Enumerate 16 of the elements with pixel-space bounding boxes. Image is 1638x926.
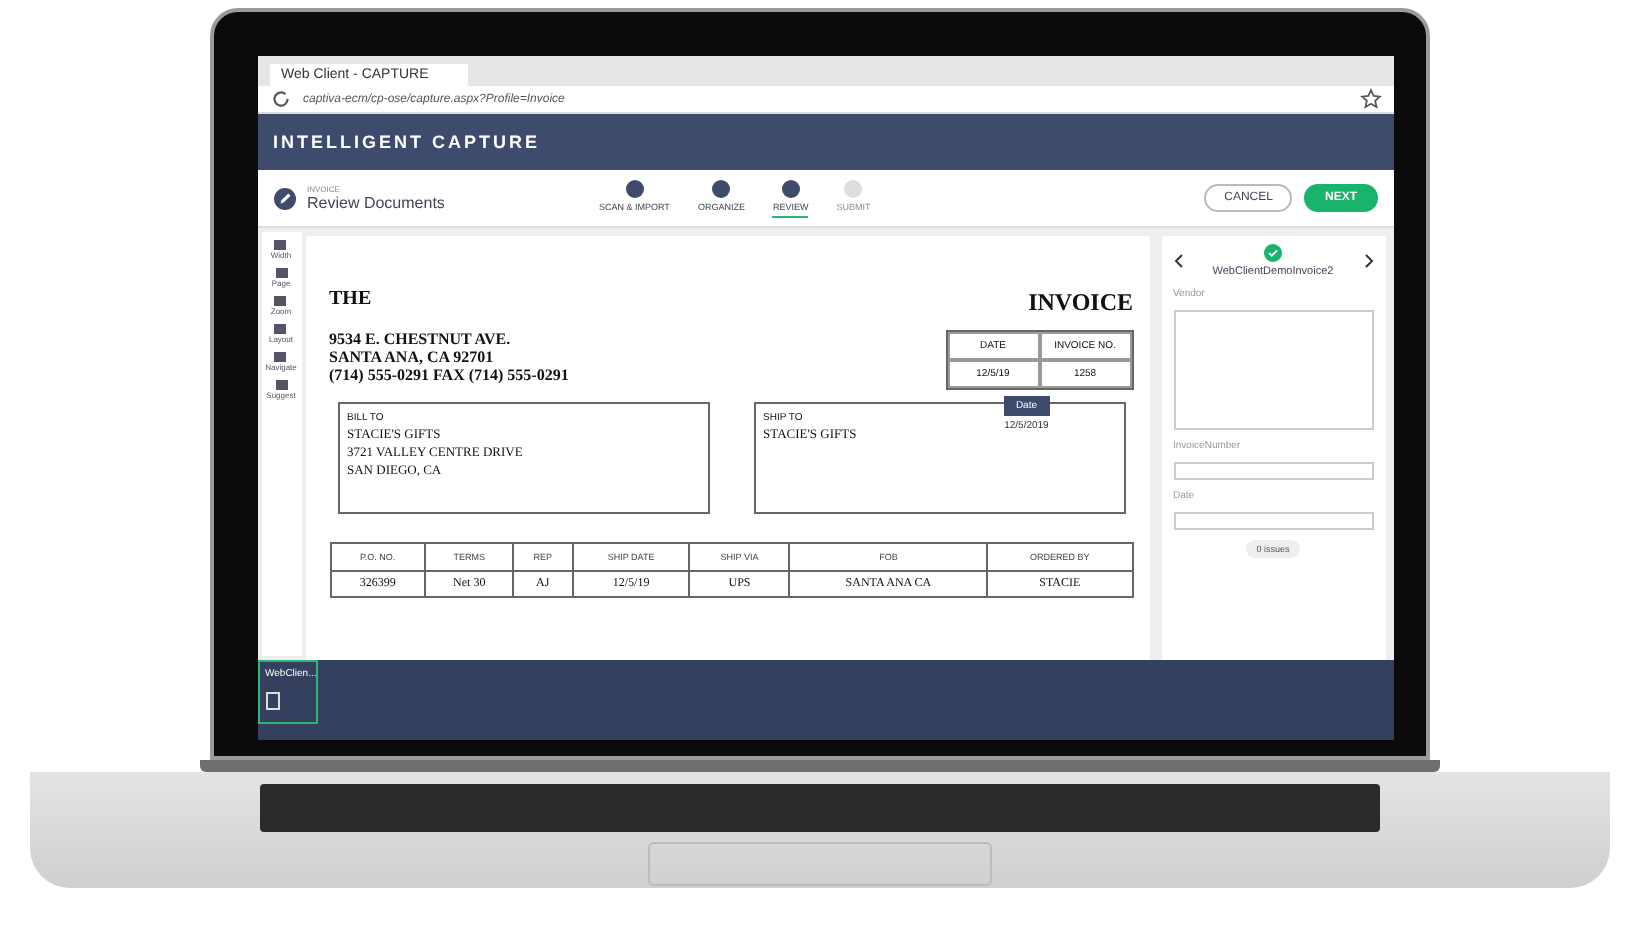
previous-icon[interactable] (1173, 254, 1183, 268)
refresh-icon[interactable] (269, 88, 291, 110)
invoice-heading: INVOICE (1028, 288, 1133, 318)
company-name: THE (329, 288, 372, 314)
next-icon[interactable] (1363, 254, 1373, 268)
input-field[interactable] (1173, 310, 1373, 430)
input-field[interactable] (1173, 462, 1373, 480)
input-field[interactable] (1173, 512, 1373, 530)
address-line: (714) 555-0291 FAX (714) 555-0291 (329, 366, 569, 384)
app-title: INTELLIGENT CAPTURE (273, 132, 540, 152)
star-icon[interactable] (1359, 88, 1381, 110)
page-title: Review Documents (307, 194, 447, 212)
pencil-icon (273, 187, 295, 209)
address-line: SANTA ANA, CA 92701 (329, 348, 496, 366)
check-icon (1264, 244, 1282, 262)
address-line: 9534 E. CHESTNUT AVE. (329, 330, 513, 348)
